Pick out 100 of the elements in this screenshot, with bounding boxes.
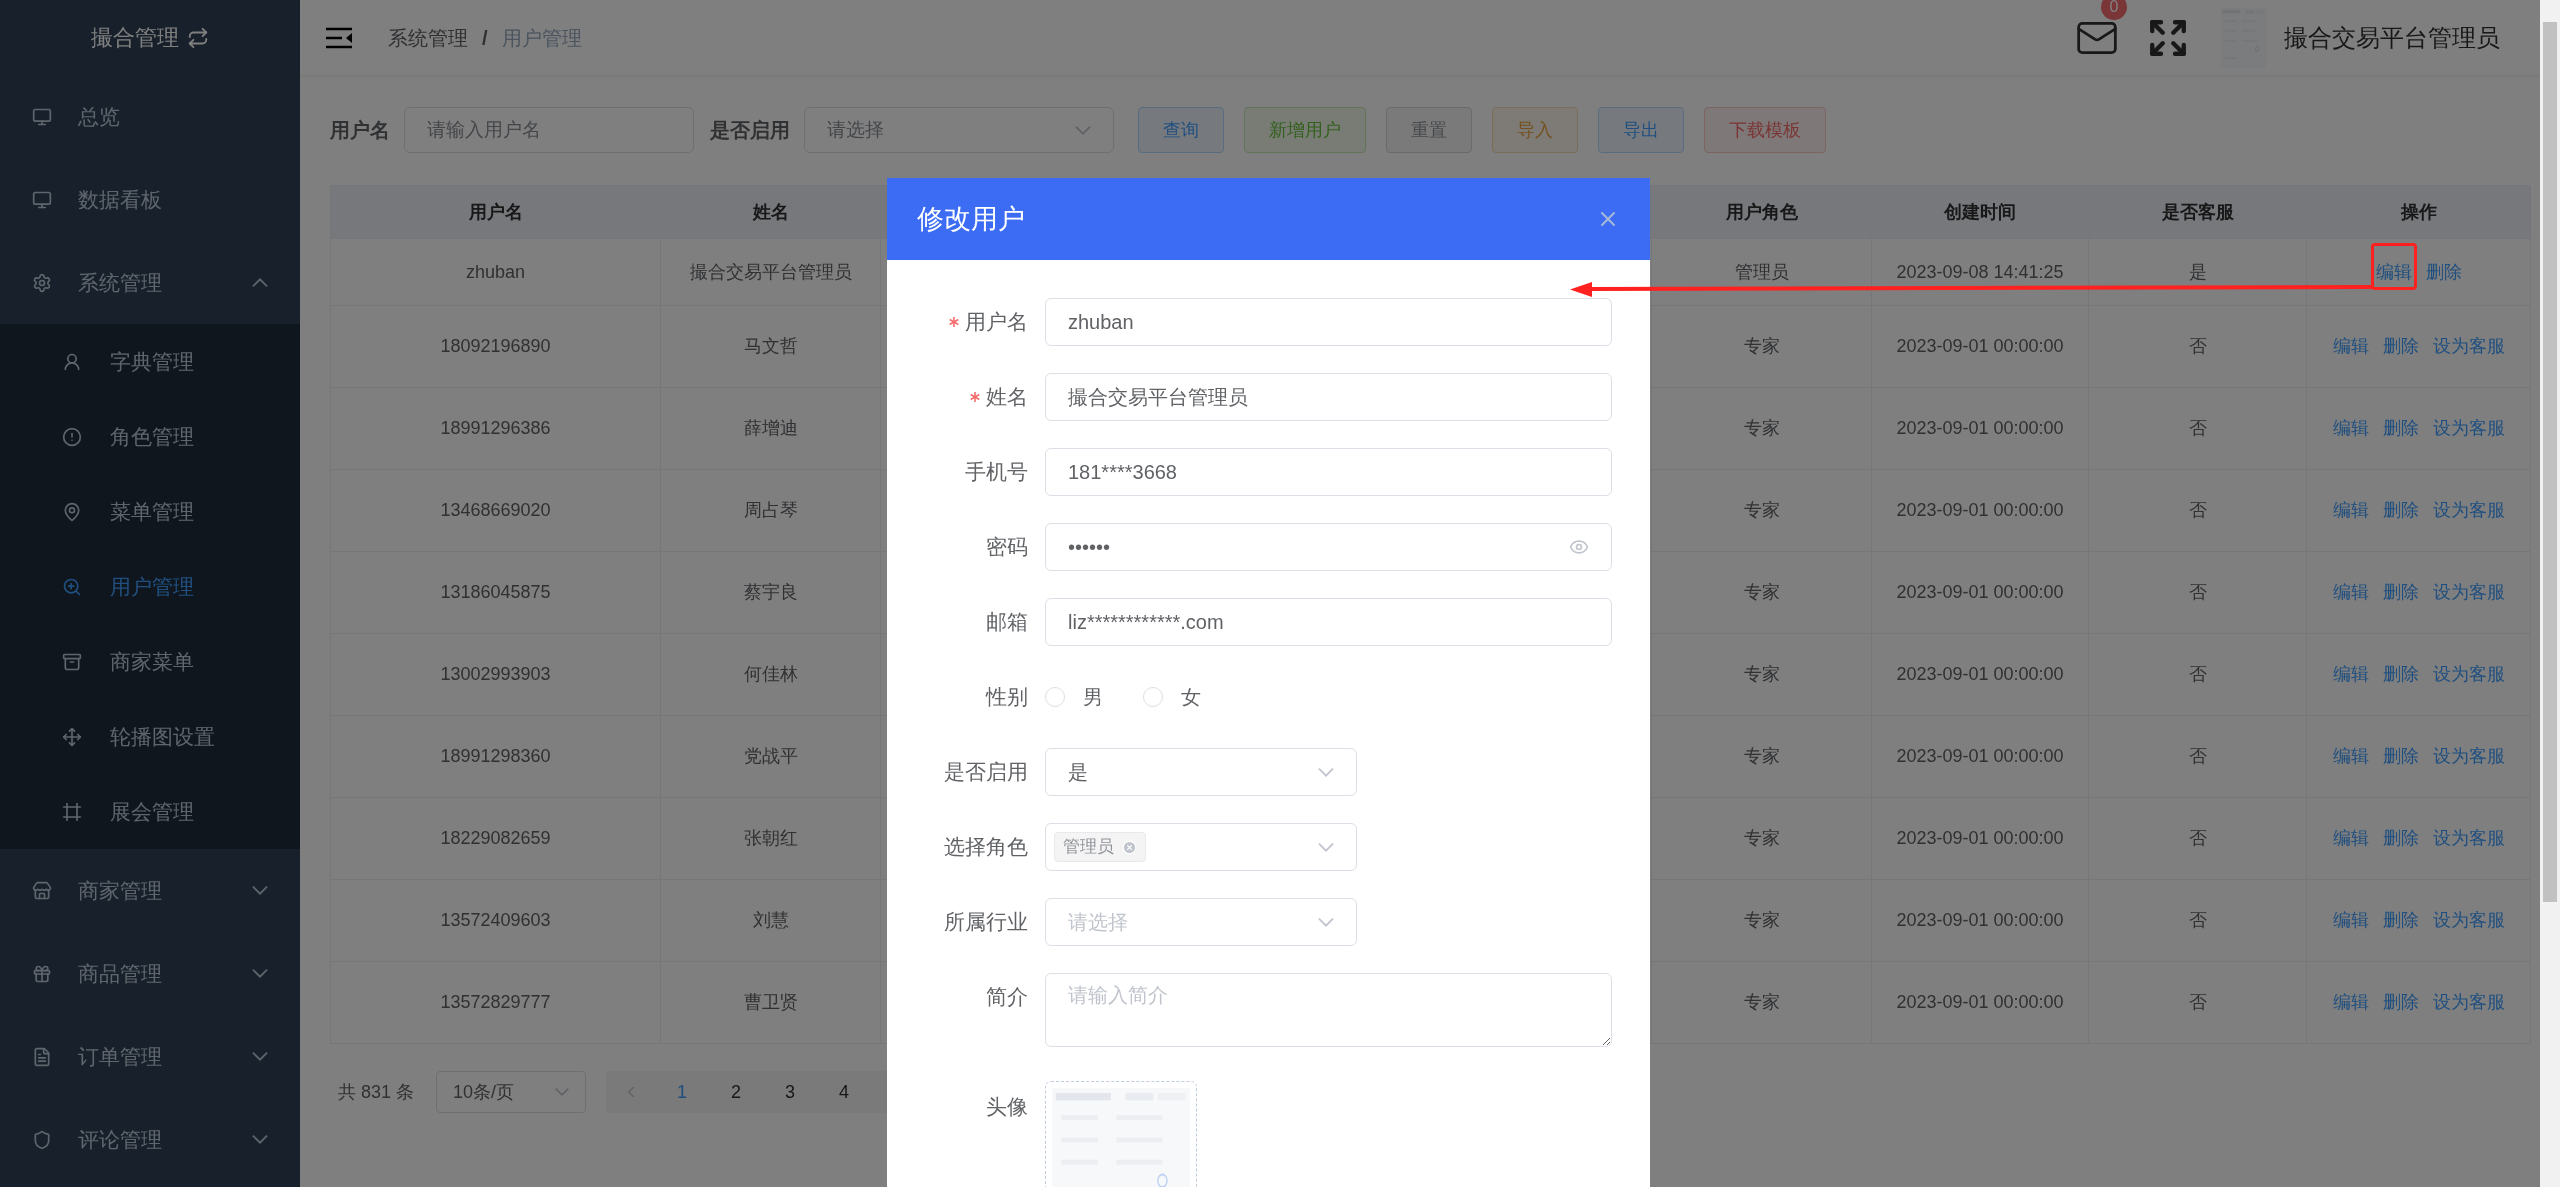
table-cell-text: 曹卫贤 — [743, 991, 798, 1014]
action-link[interactable]: 删除 — [2382, 661, 2419, 688]
chevron-down-icon — [1075, 125, 1091, 135]
page-size-select[interactable]: 10条/页 — [436, 1071, 587, 1113]
page-number[interactable]: 4 — [832, 1078, 857, 1106]
column-header: 是否客服 — [2161, 200, 2234, 224]
select-field[interactable]: 请选择 — [804, 107, 1114, 153]
table-cell-text: 2023-09-01 00:00:00 — [1896, 827, 2064, 850]
avatar-upload[interactable] — [1045, 1081, 1197, 1187]
action-link[interactable]: 设为客服 — [2432, 497, 2505, 524]
action-link[interactable]: 删除 — [2382, 579, 2419, 606]
menu-item[interactable]: 总览 — [0, 75, 300, 158]
action-link[interactable]: 删除 — [2382, 497, 2419, 524]
menu-item[interactable]: 数据看板 — [0, 158, 300, 241]
scrollbar[interactable] — [2540, 0, 2560, 1187]
menu-item[interactable]: 订单管理 — [0, 1015, 300, 1098]
page-number[interactable]: 3 — [778, 1078, 803, 1106]
page-number[interactable]: 2 — [724, 1078, 749, 1106]
password-field[interactable]: •••••• — [1045, 523, 1612, 571]
table-cell-text: 否 — [2188, 499, 2207, 522]
table-cell-text: 专家 — [1743, 663, 1780, 686]
menu-item[interactable]: 系统管理 — [0, 241, 300, 324]
input-field[interactable]: 撮合交易平台管理员 — [1045, 373, 1612, 421]
table-cell-text: 专家 — [1743, 745, 1780, 768]
action-link[interactable]: 设为客服 — [2432, 825, 2505, 852]
input-field[interactable]: liz************.com — [1045, 598, 1612, 646]
multi-select-field[interactable]: 管理员 — [1045, 823, 1357, 871]
gift-icon — [32, 963, 52, 984]
action-link[interactable]: 编辑 — [2332, 497, 2369, 524]
action-link[interactable]: 删除 — [2382, 825, 2419, 852]
menu-item[interactable]: 评论管理 — [0, 1098, 300, 1181]
action-link[interactable]: 删除 — [2382, 415, 2419, 442]
action-link[interactable]: 设为客服 — [2432, 907, 2505, 934]
action-link[interactable]: 编辑 — [2332, 661, 2369, 688]
table-cell-text: 18092196890 — [440, 335, 551, 358]
submenu-item[interactable]: 角色管理 — [0, 399, 300, 474]
submenu-item[interactable]: 轮播图设置 — [0, 699, 300, 774]
action-link[interactable]: 编辑 — [2332, 825, 2369, 852]
app-title: 撮合管理 — [91, 24, 179, 52]
select-field[interactable]: 是 — [1045, 748, 1357, 796]
action-link[interactable]: 删除 — [2425, 258, 2462, 286]
action-link[interactable]: 删除 — [2382, 743, 2419, 770]
monitor-icon — [32, 189, 52, 210]
action-link[interactable]: 编辑 — [2332, 907, 2369, 934]
monitor-icon — [32, 106, 52, 127]
submenu-item[interactable]: 菜单管理 — [0, 474, 300, 549]
toolbar-button[interactable]: 查询 — [1138, 107, 1224, 153]
action-link[interactable]: 设为客服 — [2432, 333, 2505, 360]
table-cell-text: 否 — [2188, 581, 2207, 604]
table-cell-text: zhuban — [465, 260, 526, 284]
remove-tag-icon[interactable] — [1122, 839, 1137, 855]
action-link[interactable]: 删除 — [2382, 989, 2419, 1016]
action-link[interactable]: 设为客服 — [2432, 579, 2505, 606]
menu-item[interactable]: 商家管理 — [0, 849, 300, 932]
table-cell-text: 专家 — [1743, 335, 1780, 358]
action-link[interactable]: 设为客服 — [2432, 743, 2505, 770]
toolbar-button[interactable]: 导入 — [1492, 107, 1578, 153]
user-name[interactable]: 撮合交易平台管理员 — [2284, 19, 2500, 56]
table-cell-text: 何佳林 — [743, 663, 798, 686]
action-link[interactable]: 编辑 — [2332, 743, 2369, 770]
document-icon — [32, 1046, 52, 1067]
breadcrumb-item[interactable]: 系统管理 — [388, 22, 468, 53]
select-field[interactable]: 请选择 — [1045, 898, 1357, 946]
chevron-down-icon — [1318, 767, 1334, 777]
action-link[interactable]: 删除 — [2382, 907, 2419, 934]
radio-option[interactable]: 男 — [1045, 682, 1103, 712]
input-field[interactable]: 181****3668 — [1045, 448, 1612, 496]
submenu-item[interactable]: 字典管理 — [0, 324, 300, 399]
submenu-item[interactable]: 展会管理 — [0, 774, 300, 849]
action-link[interactable]: 编辑 — [2332, 415, 2369, 442]
toolbar-button[interactable]: 新增用户 — [1244, 107, 1366, 153]
action-link[interactable]: 编辑 — [2332, 333, 2369, 360]
menu-fold-icon[interactable] — [326, 26, 352, 49]
highlight-box — [2371, 243, 2417, 290]
action-link[interactable]: 删除 — [2382, 333, 2419, 360]
action-link[interactable]: 设为客服 — [2432, 415, 2505, 442]
action-link[interactable]: 编辑 — [2332, 989, 2369, 1016]
input-field[interactable]: 请输入用户名 — [404, 107, 694, 153]
filter-label: 是否启用 — [710, 118, 790, 143]
table-cell-text: 蔡宇良 — [743, 581, 798, 604]
action-link[interactable]: 设为客服 — [2432, 661, 2505, 688]
submenu-item[interactable]: 用户管理 — [0, 549, 300, 624]
form-label: 姓名 — [986, 384, 1028, 411]
toolbar-button[interactable]: 下载模板 — [1704, 107, 1826, 153]
radio-option[interactable]: 女 — [1143, 682, 1201, 712]
action-link[interactable]: 编辑 — [2375, 258, 2412, 286]
page-number[interactable]: 1 — [670, 1078, 695, 1106]
textarea-field[interactable]: 请输入简介 — [1045, 973, 1612, 1047]
toolbar-button[interactable]: 导出 — [1598, 107, 1684, 153]
eye-icon[interactable] — [1569, 537, 1589, 557]
menu-item[interactable]: 商品管理 — [0, 932, 300, 1015]
input-field[interactable]: zhuban — [1045, 298, 1612, 346]
frame-icon — [62, 801, 82, 822]
table-cell-text: 专家 — [1743, 417, 1780, 440]
submenu-item[interactable]: 商家菜单 — [0, 624, 300, 699]
swap-icon[interactable] — [187, 26, 209, 49]
table-cell-text: 2023-09-01 00:00:00 — [1896, 909, 2064, 932]
form-label: 是否启用 — [944, 759, 1028, 786]
action-link[interactable]: 设为客服 — [2432, 989, 2505, 1016]
action-link[interactable]: 编辑 — [2332, 579, 2369, 606]
